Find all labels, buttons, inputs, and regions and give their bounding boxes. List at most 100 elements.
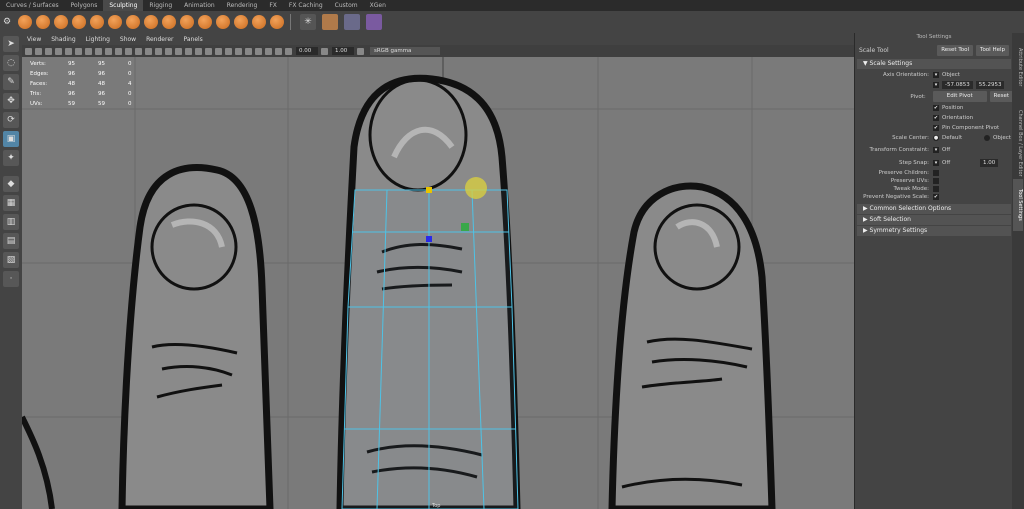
prevent-negative-scale-checkbox[interactable]: ✔ — [933, 194, 939, 200]
side-tab-channel-box[interactable]: Channel Box / Layer Editor — [1013, 101, 1023, 185]
gamma-icon[interactable] — [321, 47, 328, 55]
sculpt-brush-icon[interactable] — [18, 15, 32, 29]
side-tab-attribute-editor[interactable]: Attribute Editor — [1013, 37, 1023, 97]
axis-field-2[interactable]: 55.2953 — [975, 81, 1005, 89]
xray-joints-icon[interactable] — [265, 47, 272, 55]
tool-help-button[interactable]: Tool Help — [976, 44, 1009, 56]
step-snap-dropdown-arrow-icon[interactable]: ▾ — [933, 159, 939, 166]
shelf-options-icon[interactable]: ⚙ — [2, 17, 12, 27]
graph-layout-icon[interactable]: ▧ — [3, 252, 19, 268]
side-tab-tool-settings[interactable]: Tool Settings — [1013, 179, 1023, 231]
paint-select-tool-icon[interactable]: ✎ — [3, 74, 19, 90]
manipulator-pivot-yellow[interactable] — [426, 187, 432, 193]
section-symmetry-settings[interactable]: ▶ Symmetry Settings — [857, 226, 1011, 236]
step-snap-value[interactable]: Off — [942, 160, 980, 166]
shelf-tab-animation[interactable]: Animation — [178, 0, 221, 11]
orientation-checkbox[interactable]: ✔ — [933, 115, 939, 121]
scale-center-default-radio[interactable]: ● — [933, 135, 939, 141]
shelf-tab-curves-surfaces[interactable]: Curves / Surfaces — [0, 0, 65, 11]
section-common-selection-options[interactable]: ▶ Common Selection Options — [857, 204, 1011, 214]
transform-constraint-dropdown-arrow-icon[interactable]: ▾ — [933, 146, 939, 153]
color-management-icon[interactable] — [357, 47, 364, 55]
manipulator-pivot-blue[interactable] — [426, 236, 432, 242]
section-scale-settings[interactable]: ▼ Scale Settings — [857, 59, 1011, 69]
single-view-icon[interactable]: ◆ — [3, 176, 19, 192]
four-view-icon[interactable]: ▦ — [3, 195, 19, 211]
transform-constraint-value[interactable]: Off — [942, 147, 950, 153]
film-gate-icon[interactable] — [75, 47, 82, 55]
xray-icon[interactable] — [255, 47, 262, 55]
fill-brush-icon[interactable] — [234, 15, 248, 29]
textured-icon[interactable] — [175, 47, 182, 55]
menu-lighting[interactable]: Lighting — [81, 36, 115, 43]
shelf-tab-rendering[interactable]: Rendering — [221, 0, 264, 11]
tweak-mode-checkbox[interactable] — [933, 186, 939, 192]
menu-shading[interactable]: Shading — [46, 36, 80, 43]
smooth-brush-icon[interactable] — [36, 15, 50, 29]
scale-tool-icon[interactable]: ▣ — [3, 131, 19, 147]
select-tool-icon[interactable]: ➤ — [3, 36, 19, 52]
foamy-brush-icon[interactable] — [126, 15, 140, 29]
axis-orientation-value[interactable]: Object — [942, 72, 960, 78]
shelf-tab-custom[interactable]: Custom — [329, 0, 364, 11]
shelf-tab-xgen[interactable]: XGen — [364, 0, 392, 11]
sculpt-tool-settings-icon[interactable] — [366, 14, 382, 30]
extra-layout-icon[interactable]: · — [3, 271, 19, 287]
last-tool-icon[interactable]: ✦ — [3, 150, 19, 166]
position-checkbox[interactable]: ✔ — [933, 105, 939, 111]
edit-pivot-button[interactable]: Edit Pivot — [932, 91, 987, 102]
scrape-brush-icon[interactable] — [216, 15, 230, 29]
axis-field-1[interactable]: -57.0853 — [942, 81, 973, 89]
shelf-tab-rigging[interactable]: Rigging — [143, 0, 178, 11]
reset-pivot-button[interactable]: Reset — [989, 91, 1013, 102]
spray-brush-icon[interactable] — [144, 15, 158, 29]
manipulator-handle-green[interactable] — [461, 223, 469, 231]
pinch-brush-icon[interactable] — [90, 15, 104, 29]
bookmark-icon[interactable] — [45, 47, 52, 55]
shadows-icon[interactable] — [195, 47, 202, 55]
wireframe-on-shaded-icon[interactable] — [165, 47, 172, 55]
view-transform-select[interactable]: sRGB gamma — [370, 47, 440, 55]
relax-brush-icon[interactable] — [54, 15, 68, 29]
menu-renderer[interactable]: Renderer — [141, 36, 178, 43]
grab-brush-icon[interactable] — [72, 15, 86, 29]
menu-show[interactable]: Show — [115, 36, 141, 43]
flatten-brush-icon[interactable] — [108, 15, 122, 29]
step-snap-field[interactable]: 1.00 — [980, 158, 999, 167]
section-soft-selection[interactable]: ▶ Soft Selection — [857, 215, 1011, 225]
image-plane-icon[interactable] — [55, 47, 62, 55]
pin-component-pivot-checkbox[interactable]: ✔ — [933, 125, 939, 131]
field-chart-icon[interactable] — [105, 47, 112, 55]
menu-view[interactable]: View — [22, 36, 46, 43]
convert-brush-icon[interactable] — [344, 14, 360, 30]
safe-action-icon[interactable] — [115, 47, 122, 55]
xray-components-icon[interactable] — [275, 47, 282, 55]
depth-of-field-icon[interactable] — [235, 47, 242, 55]
custom-axis-arrow-icon[interactable]: ▾ — [933, 82, 939, 88]
viewport-top[interactable]: Top Verts: 95 95 0 Edges: 96 96 0 Faces:… — [22, 57, 854, 509]
shelf-tab-fx-caching[interactable]: FX Caching — [283, 0, 329, 11]
shelf-tab-fx[interactable]: FX — [263, 0, 283, 11]
rotate-tool-icon[interactable]: ⟳ — [3, 112, 19, 128]
menu-panels[interactable]: Panels — [178, 36, 207, 43]
wireframe-icon[interactable] — [135, 47, 142, 55]
shelf-tab-sculpting[interactable]: Sculpting — [103, 0, 144, 11]
camera-icon[interactable] — [25, 47, 32, 55]
preserve-uvs-checkbox[interactable] — [933, 178, 939, 184]
ambient-occlusion-icon[interactable] — [205, 47, 212, 55]
anti-aliasing-icon[interactable] — [225, 47, 232, 55]
shelf-tab-polygons[interactable]: Polygons — [65, 0, 104, 11]
preserve-children-checkbox[interactable] — [933, 170, 939, 176]
scale-center-object-radio[interactable] — [984, 135, 990, 141]
move-tool-icon[interactable]: ✥ — [3, 93, 19, 109]
freeze-brush-icon[interactable]: ✳ — [300, 14, 316, 30]
gamma-field[interactable]: 1.00 — [332, 47, 354, 55]
repeat-brush-icon[interactable] — [162, 15, 176, 29]
camera-attributes-icon[interactable] — [35, 47, 42, 55]
outliner-layout-icon[interactable]: ▤ — [3, 233, 19, 249]
grid-icon[interactable] — [65, 47, 72, 55]
reset-tool-button[interactable]: Reset Tool — [937, 44, 974, 56]
lights-icon[interactable] — [185, 47, 192, 55]
safe-title-icon[interactable] — [125, 47, 132, 55]
resolution-gate-icon[interactable] — [85, 47, 92, 55]
